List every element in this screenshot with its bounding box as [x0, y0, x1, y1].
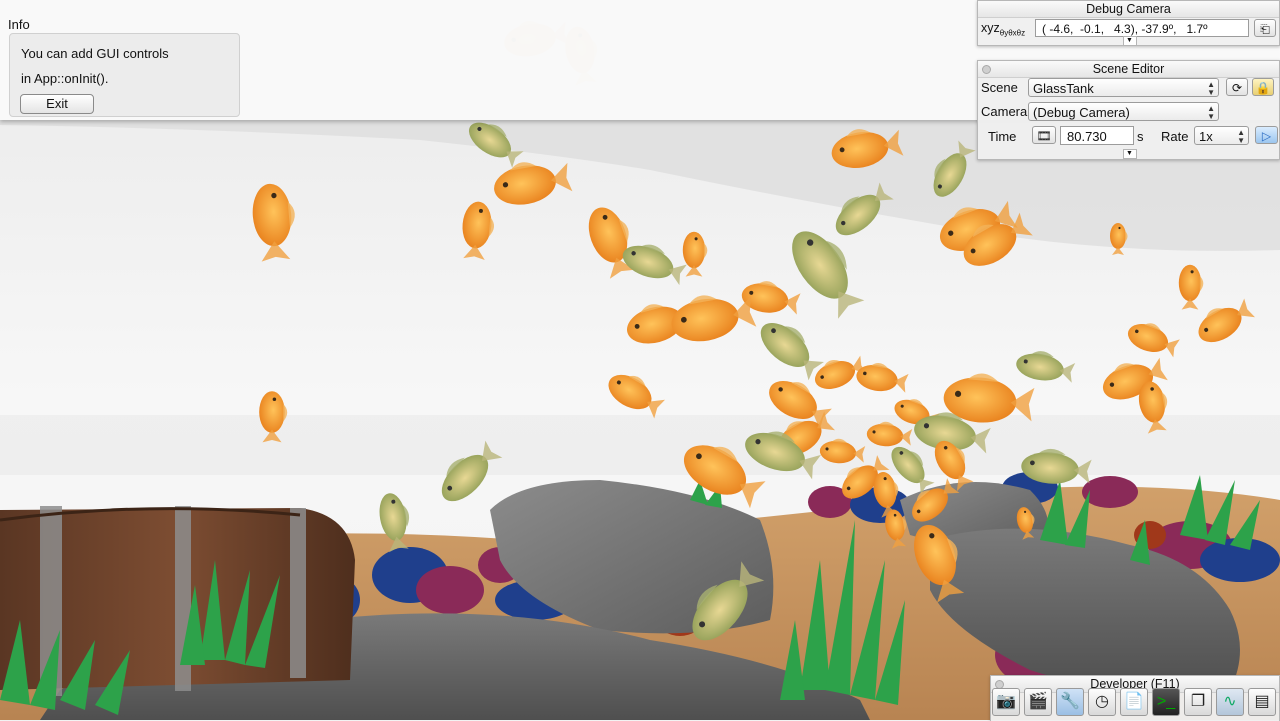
scene-editor-titlebar[interactable]: Scene Editor	[978, 61, 1279, 78]
close-icon[interactable]	[982, 65, 991, 74]
chevron-down-icon[interactable]: ▼	[1122, 149, 1137, 159]
tools-icon[interactable]: 🔧	[1056, 688, 1084, 716]
windows-icon[interactable]: ❐	[1184, 688, 1212, 716]
clipboard-icon[interactable]: ⎗	[1254, 19, 1276, 37]
xyz-label: xyzθyθxθz	[981, 21, 1026, 38]
rate-dropdown[interactable]: 1x ▲ ▼	[1194, 126, 1249, 145]
debug-camera-title: Debug Camera	[1086, 2, 1171, 16]
terminal-icon[interactable]: >_	[1152, 688, 1180, 716]
scene-editor-title: Scene Editor	[1092, 62, 1165, 76]
reload-icon[interactable]: ⟳	[1226, 78, 1248, 96]
info-window-title: Info	[8, 17, 30, 32]
play-icon[interactable]: ▷	[1255, 126, 1278, 144]
scene-dropdown-value: GlassTank	[1033, 81, 1094, 96]
camera-coords-field[interactable]: ( -4.6, -0.1, 4.3), -37.9º, 1.7º	[1035, 19, 1249, 37]
film-icon[interactable]: 🎞	[1032, 126, 1056, 144]
chevron-down-icon[interactable]: ▼	[1122, 36, 1137, 46]
time-field[interactable]: 80.730	[1060, 126, 1134, 145]
debug-camera-titlebar[interactable]: Debug Camera	[978, 1, 1279, 18]
camera-icon[interactable]: 📷	[992, 688, 1020, 716]
camera-label: Camera	[981, 104, 1028, 119]
camera-dropdown-value: (Debug Camera)	[1033, 105, 1130, 120]
time-label: Time	[988, 129, 1017, 144]
chevron-updown-icon: ▲ ▼	[1207, 104, 1215, 121]
info-text-line: in App::onInit().	[21, 71, 109, 86]
scene-label: Scene	[981, 80, 1018, 95]
scene-editor-window: Scene Editor Scene GlassTank ▲ ▼ ⟳ 🔒 Came…	[977, 60, 1280, 160]
chevron-updown-icon: ▲ ▼	[1237, 128, 1245, 145]
time-unit: s	[1137, 129, 1144, 144]
clock-icon[interactable]: ◷	[1088, 688, 1116, 716]
lock-icon[interactable]: 🔒	[1252, 78, 1274, 96]
info-panel: You can add GUI controls in App::onInit(…	[9, 33, 240, 117]
debug-camera-window: Debug Camera xyzθyθxθz ( -4.6, -0.1, 4.3…	[977, 0, 1280, 46]
film-clapper-icon[interactable]: 🎬	[1024, 688, 1052, 716]
rate-label: Rate	[1161, 129, 1189, 144]
info-text-line: You can add GUI controls	[21, 46, 169, 61]
camera-dropdown[interactable]: (Debug Camera) ▲ ▼	[1028, 102, 1219, 121]
exit-button[interactable]: Exit	[20, 94, 94, 114]
scene-dropdown[interactable]: GlassTank ▲ ▼	[1028, 78, 1219, 97]
profiler-icon[interactable]: ∿	[1216, 688, 1244, 716]
chevron-updown-icon: ▲ ▼	[1207, 80, 1215, 97]
rate-dropdown-value: 1x	[1199, 129, 1213, 144]
new-document-icon[interactable]: 📄	[1120, 688, 1148, 716]
log-document-icon[interactable]: ▤	[1248, 688, 1276, 716]
